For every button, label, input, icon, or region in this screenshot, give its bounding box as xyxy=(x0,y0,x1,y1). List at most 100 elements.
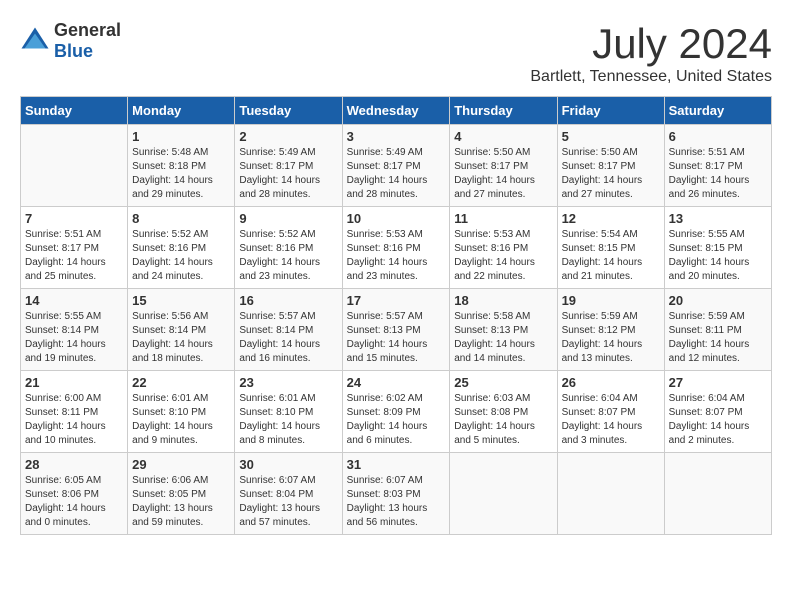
day-info: Sunrise: 5:58 AM Sunset: 8:13 PM Dayligh… xyxy=(454,310,552,366)
day-info: Sunrise: 6:01 AM Sunset: 8:10 PM Dayligh… xyxy=(239,392,337,448)
day-number: 5 xyxy=(562,129,660,144)
day-info: Sunrise: 6:01 AM Sunset: 8:10 PM Dayligh… xyxy=(132,392,230,448)
calendar-cell: 6 Sunrise: 5:51 AM Sunset: 8:17 PM Daylig… xyxy=(664,125,771,207)
calendar-cell: 29 Sunrise: 6:06 AM Sunset: 8:05 PM Dayli… xyxy=(128,453,235,535)
day-info: Sunrise: 5:50 AM Sunset: 8:17 PM Dayligh… xyxy=(454,146,552,202)
day-info: Sunrise: 6:00 AM Sunset: 8:11 PM Dayligh… xyxy=(25,392,123,448)
day-info: Sunrise: 5:57 AM Sunset: 8:14 PM Dayligh… xyxy=(239,310,337,366)
day-info: Sunrise: 6:06 AM Sunset: 8:05 PM Dayligh… xyxy=(132,474,230,530)
day-number: 23 xyxy=(239,375,337,390)
day-info: Sunrise: 5:54 AM Sunset: 8:15 PM Dayligh… xyxy=(562,228,660,284)
calendar-cell xyxy=(21,125,128,207)
day-number: 31 xyxy=(347,457,446,472)
calendar-cell: 8 Sunrise: 5:52 AM Sunset: 8:16 PM Daylig… xyxy=(128,207,235,289)
day-info: Sunrise: 5:52 AM Sunset: 8:16 PM Dayligh… xyxy=(132,228,230,284)
day-number: 20 xyxy=(669,293,767,308)
day-number: 11 xyxy=(454,211,552,226)
day-info: Sunrise: 6:02 AM Sunset: 8:09 PM Dayligh… xyxy=(347,392,446,448)
day-number: 13 xyxy=(669,211,767,226)
day-header-wednesday: Wednesday xyxy=(342,97,450,125)
calendar-cell: 21 Sunrise: 6:00 AM Sunset: 8:11 PM Dayli… xyxy=(21,371,128,453)
calendar-cell: 19Sunrise: 5:59 AM Sunset: 8:12 PM Dayli… xyxy=(557,289,664,371)
day-header-tuesday: Tuesday xyxy=(235,97,342,125)
calendar-body: 1Sunrise: 5:48 AM Sunset: 8:18 PM Daylig… xyxy=(21,125,772,535)
calendar-week-2: 14 Sunrise: 5:55 AM Sunset: 8:14 PM Dayli… xyxy=(21,289,772,371)
calendar-cell: 20 Sunrise: 5:59 AM Sunset: 8:11 PM Dayli… xyxy=(664,289,771,371)
calendar-cell xyxy=(557,453,664,535)
day-number: 27 xyxy=(669,375,767,390)
calendar-week-3: 21 Sunrise: 6:00 AM Sunset: 8:11 PM Dayli… xyxy=(21,371,772,453)
calendar-cell: 3Sunrise: 5:49 AM Sunset: 8:17 PM Daylig… xyxy=(342,125,450,207)
day-number: 4 xyxy=(454,129,552,144)
day-number: 1 xyxy=(132,129,230,144)
calendar-week-4: 28 Sunrise: 6:05 AM Sunset: 8:06 PM Dayli… xyxy=(21,453,772,535)
day-header-thursday: Thursday xyxy=(450,97,557,125)
calendar-cell: 24 Sunrise: 6:02 AM Sunset: 8:09 PM Dayli… xyxy=(342,371,450,453)
day-number: 7 xyxy=(25,211,123,226)
day-number: 29 xyxy=(132,457,230,472)
day-info: Sunrise: 5:52 AM Sunset: 8:16 PM Dayligh… xyxy=(239,228,337,284)
calendar-cell: 16 Sunrise: 5:57 AM Sunset: 8:14 PM Dayli… xyxy=(235,289,342,371)
day-info: Sunrise: 5:53 AM Sunset: 8:16 PM Dayligh… xyxy=(347,228,446,284)
day-number: 25 xyxy=(454,375,552,390)
logo-icon xyxy=(20,26,50,56)
calendar-cell: 1Sunrise: 5:48 AM Sunset: 8:18 PM Daylig… xyxy=(128,125,235,207)
day-number: 30 xyxy=(239,457,337,472)
calendar-cell xyxy=(664,453,771,535)
day-info: Sunrise: 6:03 AM Sunset: 8:08 PM Dayligh… xyxy=(454,392,552,448)
day-info: Sunrise: 6:04 AM Sunset: 8:07 PM Dayligh… xyxy=(562,392,660,448)
day-number: 28 xyxy=(25,457,123,472)
calendar-cell: 23 Sunrise: 6:01 AM Sunset: 8:10 PM Dayli… xyxy=(235,371,342,453)
day-header-saturday: Saturday xyxy=(664,97,771,125)
day-number: 14 xyxy=(25,293,123,308)
day-number: 24 xyxy=(347,375,446,390)
day-info: Sunrise: 6:05 AM Sunset: 8:06 PM Dayligh… xyxy=(25,474,123,530)
calendar-cell: 5 Sunrise: 5:50 AM Sunset: 8:17 PM Daylig… xyxy=(557,125,664,207)
calendar-cell: 14 Sunrise: 5:55 AM Sunset: 8:14 PM Dayli… xyxy=(21,289,128,371)
logo-general-text: General xyxy=(54,20,121,41)
calendar-cell: 13 Sunrise: 5:55 AM Sunset: 8:15 PM Dayli… xyxy=(664,207,771,289)
day-header-monday: Monday xyxy=(128,97,235,125)
day-info: Sunrise: 5:51 AM Sunset: 8:17 PM Dayligh… xyxy=(25,228,123,284)
calendar-cell: 26 Sunrise: 6:04 AM Sunset: 8:07 PM Dayli… xyxy=(557,371,664,453)
days-of-week-row: SundayMondayTuesdayWednesdayThursdayFrid… xyxy=(21,97,772,125)
calendar-cell: 9 Sunrise: 5:52 AM Sunset: 8:16 PM Daylig… xyxy=(235,207,342,289)
day-number: 6 xyxy=(669,129,767,144)
day-number: 16 xyxy=(239,293,337,308)
day-info: Sunrise: 5:55 AM Sunset: 8:15 PM Dayligh… xyxy=(669,228,767,284)
title-block: July 2024 Bartlett, Tennessee, United St… xyxy=(530,20,772,86)
day-info: Sunrise: 6:07 AM Sunset: 8:04 PM Dayligh… xyxy=(239,474,337,530)
page-header: General Blue July 2024 Bartlett, Tenness… xyxy=(20,20,772,86)
day-info: Sunrise: 5:53 AM Sunset: 8:16 PM Dayligh… xyxy=(454,228,552,284)
calendar-cell: 2Sunrise: 5:49 AM Sunset: 8:17 PM Daylig… xyxy=(235,125,342,207)
day-number: 21 xyxy=(25,375,123,390)
logo-blue-text: Blue xyxy=(54,41,121,62)
calendar-cell: 12Sunrise: 5:54 AM Sunset: 8:15 PM Dayli… xyxy=(557,207,664,289)
day-header-sunday: Sunday xyxy=(21,97,128,125)
day-info: Sunrise: 5:49 AM Sunset: 8:17 PM Dayligh… xyxy=(239,146,337,202)
calendar-week-1: 7 Sunrise: 5:51 AM Sunset: 8:17 PM Daylig… xyxy=(21,207,772,289)
calendar-header: SundayMondayTuesdayWednesdayThursdayFrid… xyxy=(21,97,772,125)
logo: General Blue xyxy=(20,20,121,62)
day-info: Sunrise: 5:55 AM Sunset: 8:14 PM Dayligh… xyxy=(25,310,123,366)
day-info: Sunrise: 5:57 AM Sunset: 8:13 PM Dayligh… xyxy=(347,310,446,366)
calendar-cell: 27Sunrise: 6:04 AM Sunset: 8:07 PM Dayli… xyxy=(664,371,771,453)
day-number: 26 xyxy=(562,375,660,390)
day-info: Sunrise: 5:59 AM Sunset: 8:11 PM Dayligh… xyxy=(669,310,767,366)
calendar-cell: 22Sunrise: 6:01 AM Sunset: 8:10 PM Dayli… xyxy=(128,371,235,453)
day-number: 17 xyxy=(347,293,446,308)
day-number: 15 xyxy=(132,293,230,308)
calendar-cell: 7 Sunrise: 5:51 AM Sunset: 8:17 PM Daylig… xyxy=(21,207,128,289)
calendar-cell: 10Sunrise: 5:53 AM Sunset: 8:16 PM Dayli… xyxy=(342,207,450,289)
calendar-week-0: 1Sunrise: 5:48 AM Sunset: 8:18 PM Daylig… xyxy=(21,125,772,207)
calendar-cell: 18Sunrise: 5:58 AM Sunset: 8:13 PM Dayli… xyxy=(450,289,557,371)
calendar-cell: 15Sunrise: 5:56 AM Sunset: 8:14 PM Dayli… xyxy=(128,289,235,371)
calendar-cell: 11 Sunrise: 5:53 AM Sunset: 8:16 PM Dayli… xyxy=(450,207,557,289)
day-header-friday: Friday xyxy=(557,97,664,125)
day-number: 19 xyxy=(562,293,660,308)
day-number: 8 xyxy=(132,211,230,226)
day-info: Sunrise: 5:51 AM Sunset: 8:17 PM Dayligh… xyxy=(669,146,767,202)
day-number: 9 xyxy=(239,211,337,226)
day-info: Sunrise: 5:50 AM Sunset: 8:17 PM Dayligh… xyxy=(562,146,660,202)
calendar-cell xyxy=(450,453,557,535)
